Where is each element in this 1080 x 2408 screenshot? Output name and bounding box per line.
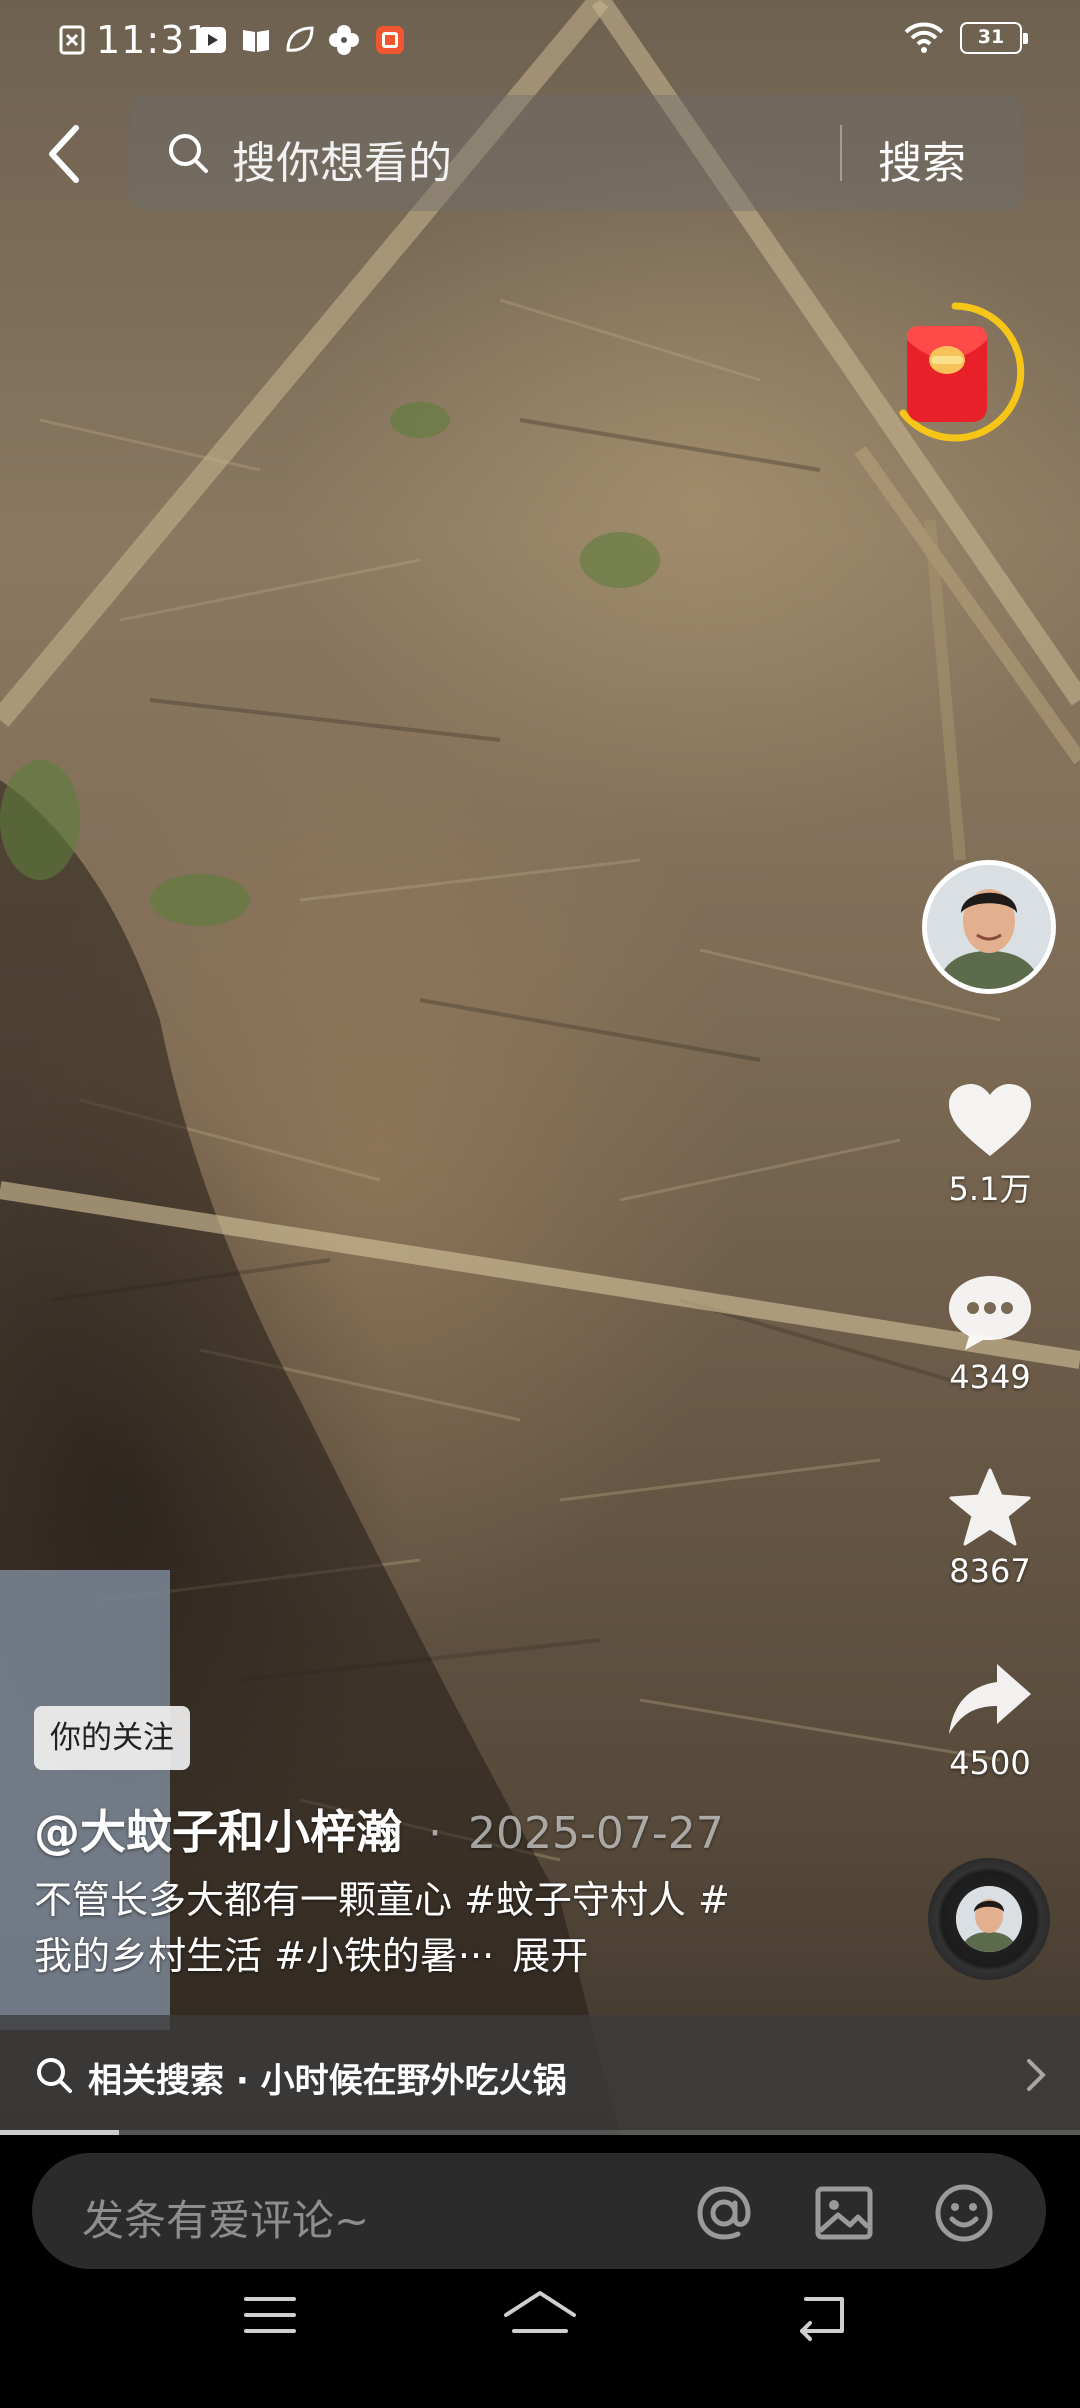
leaf-app-icon — [286, 26, 314, 52]
book-app-icon — [243, 30, 269, 52]
notification-x-icon — [59, 25, 85, 55]
emoji-icon[interactable] — [932, 2181, 996, 2245]
author-name[interactable]: @大蚊子和小梓瀚 — [34, 1805, 402, 1859]
status-bar: 11:31 31 — [0, 0, 1080, 84]
search-button[interactable]: 搜索 — [878, 127, 966, 191]
menu-nav-icon[interactable] — [240, 2285, 300, 2345]
favorite-count: 8367 — [949, 1552, 1031, 1590]
home-nav-icon[interactable] — [500, 2285, 580, 2345]
wifi-icon — [904, 22, 944, 53]
video-app-icon — [198, 27, 226, 53]
status-time: 11:31 — [96, 18, 211, 62]
comment-input[interactable]: 发条有爱评论~ — [32, 2153, 1046, 2269]
mention-at-icon[interactable] — [692, 2181, 756, 2245]
back-nav-icon[interactable] — [792, 2285, 852, 2345]
date-separator: · — [428, 1808, 443, 1859]
battery-icon: 31 — [960, 22, 1028, 54]
back-arrow-icon[interactable] — [36, 118, 92, 190]
share-button[interactable]: 4500 — [920, 1660, 1060, 1782]
like-button[interactable]: 5.1万 — [920, 1080, 1060, 1210]
red-packet-icon[interactable] — [885, 298, 1025, 448]
image-icon[interactable] — [812, 2181, 876, 2245]
related-search-bar[interactable]: 相关搜索 · 小时候在野外吃火锅 — [0, 2015, 1080, 2135]
chevron-right-icon — [1027, 2059, 1046, 2091]
search-icon — [37, 2058, 72, 2093]
post-date: 2025-07-27 — [468, 1808, 724, 1859]
fan-app-icon — [329, 25, 359, 55]
music-disc[interactable] — [928, 1858, 1050, 1980]
bottom-bar: 发条有爱评论~ — [0, 2135, 1080, 2408]
expand-link[interactable]: 展开 — [512, 1934, 588, 1978]
author-avatar[interactable] — [922, 860, 1056, 994]
search-input[interactable]: 搜你想看的 — [232, 127, 452, 191]
favorite-button[interactable]: 8367 — [920, 1466, 1060, 1590]
like-count: 5.1万 — [948, 1170, 1032, 1208]
comment-bubble-icon — [949, 1276, 1031, 1350]
related-search-text: 相关搜索 · 小时候在野外吃火锅 — [88, 2061, 567, 2101]
red-app-icon — [376, 26, 404, 54]
comment-button[interactable]: 4349 — [920, 1272, 1060, 1396]
comment-count: 4349 — [949, 1358, 1031, 1396]
author-line: @大蚊子和小梓瀚 · 2025-07-27 — [34, 1796, 724, 1862]
share-count: 4500 — [949, 1744, 1031, 1782]
video-caption[interactable]: 不管长多大都有一颗童心 #蚊子守村人 #我的乡村生活 #小铁的暑··· 展开 — [34, 1872, 734, 1984]
author-avatar-image — [927, 865, 1051, 989]
follow-tag: 你的关注 — [34, 1706, 190, 1770]
share-arrow-icon — [949, 1664, 1031, 1734]
music-disc-avatar — [956, 1886, 1022, 1952]
caption-text: 不管长多大都有一颗童心 #蚊子守村人 #我的乡村生活 #小铁的暑··· — [34, 1878, 730, 1978]
star-icon — [949, 1468, 1031, 1546]
comment-placeholder: 发条有爱评论~ — [82, 2196, 370, 2245]
search-box[interactable]: 搜你想看的 搜索 — [130, 95, 1022, 211]
search-icon — [169, 134, 208, 173]
heart-icon — [949, 1084, 1031, 1156]
search-divider — [840, 125, 842, 181]
